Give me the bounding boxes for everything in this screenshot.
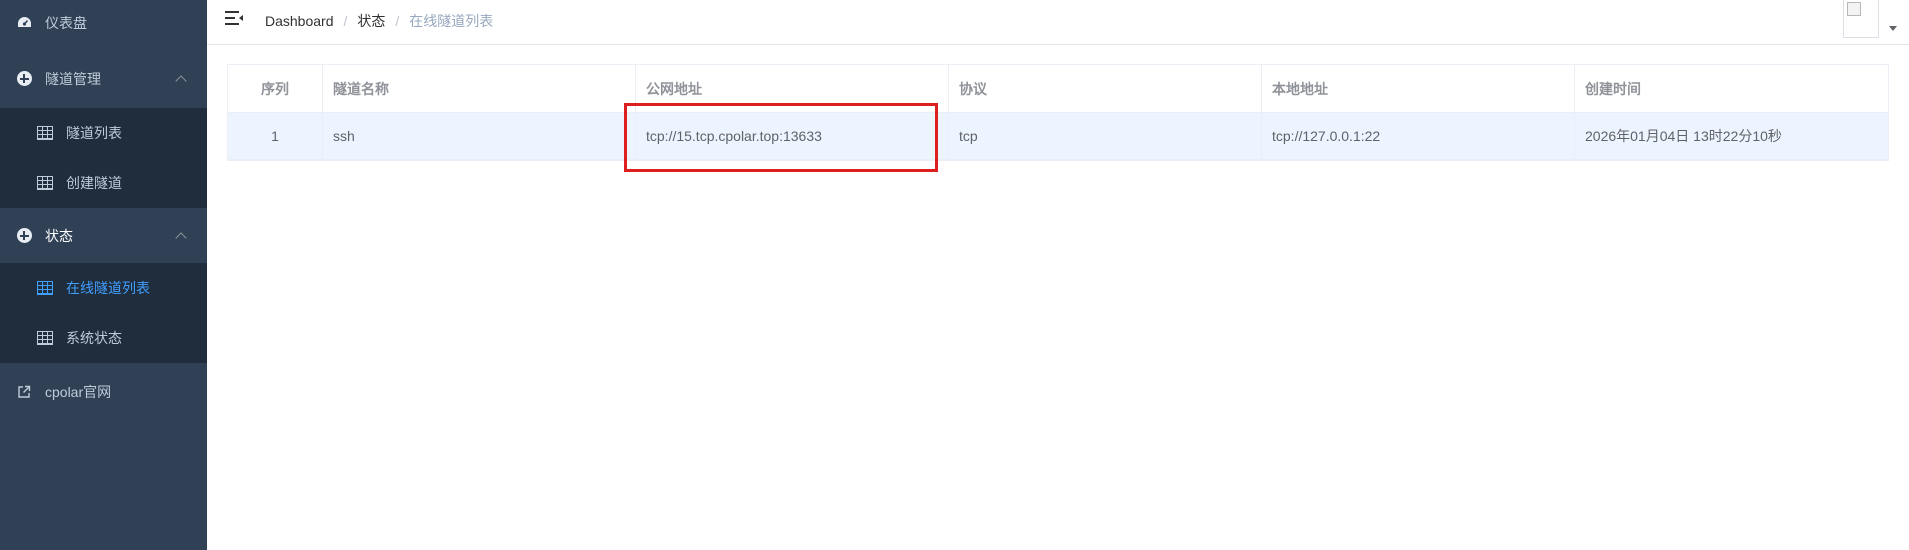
sidebar-item-tunnel-list[interactable]: 隧道列表 <box>0 108 207 158</box>
external-link-icon <box>16 384 32 400</box>
tunnel-table: 序列 隧道名称 公网地址 协议 本地地址 创建时间 1 ssh tcp://15… <box>227 64 1889 161</box>
sidebar-item-dashboard[interactable]: 仪表盘 <box>0 0 207 45</box>
sidebar-item-label: 系统状态 <box>66 330 122 346</box>
sidebar-item-status[interactable]: 状态 <box>0 208 207 263</box>
sidebar-item-cpolar-website[interactable]: cpolar官网 <box>0 364 207 419</box>
breadcrumb-status[interactable]: 状态 <box>357 11 385 31</box>
circle-plus-icon <box>16 71 32 87</box>
sidebar-item-label: 隧道列表 <box>66 125 122 141</box>
chevron-up-icon <box>175 231 187 244</box>
grid-icon <box>37 175 53 191</box>
red-highlight-box <box>624 103 938 172</box>
breadcrumb: Dashboard / 状态 / 在线隧道列表 <box>265 11 493 31</box>
sidebar-item-system-status[interactable]: 系统状态 <box>0 313 207 363</box>
sidebar: 仪表盘 隧道管理 隧道列表 创建隧道 状态 在线隧道列表 系统状态 cpolar… <box>0 0 207 550</box>
sidebar-item-tunnel-management[interactable]: 隧道管理 <box>0 56 207 101</box>
table-header-row: 序列 隧道名称 公网地址 协议 本地地址 创建时间 <box>228 65 1888 113</box>
caret-down-icon[interactable] <box>1889 26 1897 31</box>
breadcrumb-dashboard[interactable]: Dashboard <box>265 13 334 29</box>
navbar: Dashboard / 状态 / 在线隧道列表 <box>207 0 1909 45</box>
sidebar-item-label: 在线隧道列表 <box>66 280 150 296</box>
avatar[interactable] <box>1843 0 1879 38</box>
sidebar-item-create-tunnel[interactable]: 创建隧道 <box>0 158 207 208</box>
grid-icon <box>37 125 53 141</box>
dashboard-icon <box>16 15 32 31</box>
column-header-protocol: 协议 <box>949 65 1262 113</box>
chevron-up-icon <box>175 74 187 87</box>
cell-local-address: tcp://127.0.0.1:22 <box>1262 113 1575 160</box>
cell-created-at: 2026年01月04日 13时22分10秒 <box>1575 113 1888 160</box>
app: 仪表盘 隧道管理 隧道列表 创建隧道 状态 在线隧道列表 系统状态 cpolar… <box>0 0 1909 550</box>
hamburger-icon[interactable] <box>225 11 243 25</box>
grid-icon <box>37 280 53 296</box>
broken-image-icon <box>1847 2 1861 16</box>
sidebar-item-label: 隧道管理 <box>45 70 101 87</box>
column-header-index: 序列 <box>228 65 323 113</box>
breadcrumb-current: 在线隧道列表 <box>409 13 494 29</box>
sidebar-item-label: 创建隧道 <box>66 175 122 191</box>
sidebar-item-label: cpolar官网 <box>45 383 112 400</box>
grid-icon <box>37 330 53 346</box>
cell-protocol: tcp <box>949 113 1262 160</box>
cell-index: 1 <box>228 113 323 160</box>
column-header-created-at: 创建时间 <box>1575 65 1888 113</box>
table-row[interactable]: 1 ssh tcp://15.tcp.cpolar.top:13633 tcp … <box>228 113 1888 160</box>
sidebar-item-label: 状态 <box>45 227 73 244</box>
sidebar-item-label: 仪表盘 <box>45 14 87 31</box>
breadcrumb-separator: / <box>395 13 400 29</box>
column-header-local-address: 本地地址 <box>1262 65 1575 113</box>
sidebar-item-online-tunnels[interactable]: 在线隧道列表 <box>0 263 207 313</box>
circle-plus-icon <box>16 228 32 244</box>
cell-tunnel-name: ssh <box>323 113 636 160</box>
column-header-name: 隧道名称 <box>323 65 636 113</box>
breadcrumb-separator: / <box>343 13 348 29</box>
